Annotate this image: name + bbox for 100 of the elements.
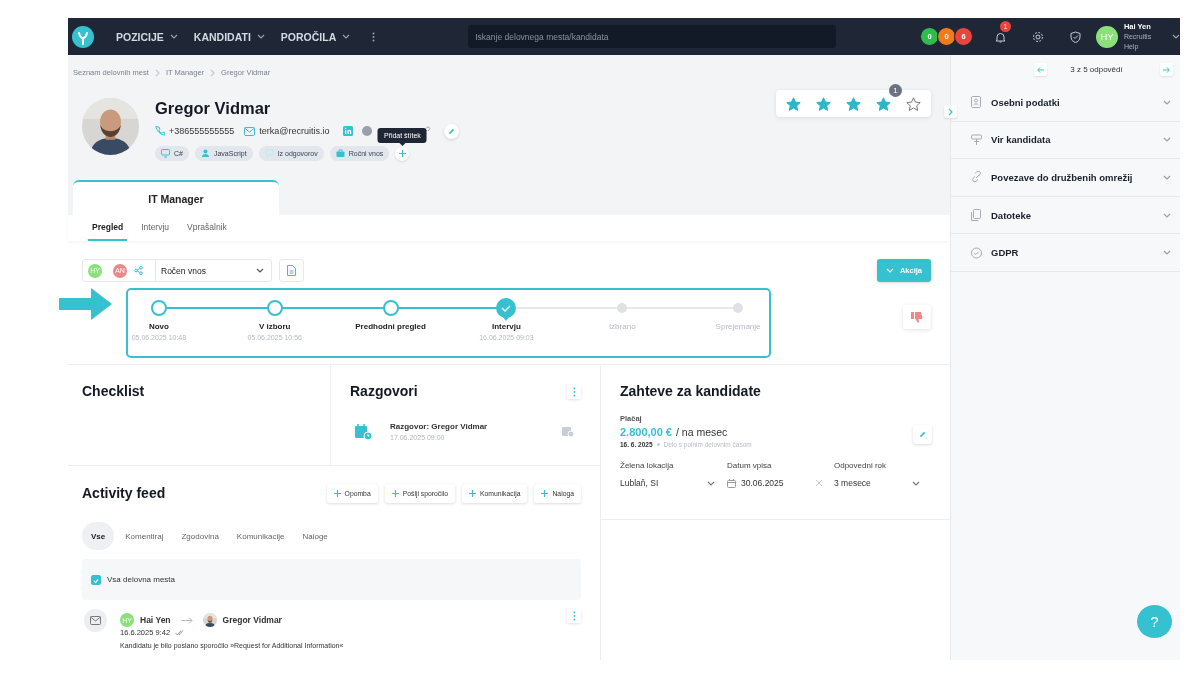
arrow-icon [59,288,112,320]
date-field[interactable]: 30.06.2025 [727,477,834,489]
step-label: Intervju [491,322,521,331]
step-label: Izbrano [608,322,636,331]
email-link[interactable]: terka@recruitis.io [259,126,330,136]
filter-tab[interactable]: Naloge [295,522,335,550]
step-dot[interactable] [617,303,628,313]
edit-button[interactable] [913,424,932,444]
star-filled-icon[interactable] [846,96,861,111]
checkbox[interactable] [91,574,101,585]
nav-menu[interactable]: POZICIJE [116,30,178,43]
more-button[interactable] [372,31,376,42]
step-circle[interactable] [382,300,399,316]
profile-icon[interactable] [362,126,373,136]
filter-tab[interactable]: Zgodovina [174,522,226,550]
chevron-down-icon [256,34,265,39]
field-label: Odpovedni rok [834,461,888,470]
logo-icon [72,25,94,48]
step-circle[interactable] [150,300,167,316]
job-tab[interactable]: IT Manager [73,180,279,215]
previous-button[interactable] [1034,63,1047,76]
calendar-icon [727,478,736,488]
chevron-down-icon [256,268,264,273]
check-circle-icon [971,246,982,259]
step-label: V izboru [258,322,291,331]
reject-button[interactable] [903,305,931,329]
chevron-down-icon [707,480,715,486]
tab[interactable]: Pregled [88,215,128,241]
add-tag-button[interactable] [395,146,410,161]
plus-icon [469,490,476,497]
linkedin-icon[interactable] [343,126,354,136]
calendar-clock-icon[interactable] [562,426,574,437]
edit-button[interactable] [444,123,460,139]
source-select[interactable]: Ročen vnos [155,260,271,281]
recipient-name: Gregor Vidmar [222,615,282,625]
briefcase-icon [335,149,345,158]
filter-tab[interactable]: Komentiraj [118,522,171,550]
step-label: Sprejemanje [715,322,761,331]
calendar-clock-icon [355,423,372,440]
pager-text: 3 z 5 odpovědí [1069,65,1124,74]
search-field[interactable]: Iskanje delovnega mesta/kandidata [468,25,837,48]
step-dot[interactable] [733,303,744,313]
tab[interactable]: Vprašalnik [183,215,231,241]
more-icon [572,386,576,397]
filter-tab[interactable]: Vse [82,522,115,550]
chevron-down-icon [912,480,920,486]
step-label: Novo [148,322,169,331]
shield-icon[interactable] [1070,30,1082,43]
chevron-down-icon [169,34,178,39]
share-icon[interactable] [134,266,143,275]
document-button[interactable] [279,259,304,282]
phone-icon [155,126,165,136]
section-title: Checklist [82,383,146,400]
bell-icon[interactable] [995,30,1007,43]
checkbox-label: Vsa delovna mesta [107,575,176,584]
star-filled-icon[interactable] [786,96,801,111]
rating-count-badge: 1 [889,84,902,97]
select-field[interactable]: Lublaň, SI [620,477,727,489]
plus-icon [391,490,399,497]
settings-icon[interactable] [1032,30,1045,43]
nav-menu[interactable]: KANDIDATI [193,30,265,43]
arrow-right-icon [1163,66,1170,73]
tab[interactable]: Intervju [137,215,174,241]
pencil-icon [448,127,456,135]
chevron-right-icon [154,68,160,77]
salary-amount: 2.800,00 € [620,426,672,438]
chevron-down-icon [1163,175,1171,180]
person-icon [200,149,210,158]
step-circle[interactable] [266,300,283,316]
chevron-down-icon [1163,250,1171,256]
next-button[interactable] [1160,63,1173,76]
more-icon [572,611,576,621]
field-label: Želena lokacija [620,461,675,470]
chevron-right-icon [948,107,953,116]
document-icon [287,265,296,276]
field-label: Datum vpisa [727,461,773,470]
chevron-down-icon [342,34,351,39]
arrow-left-icon [1037,66,1044,73]
accordion-header[interactable]: Povezave do družbenih omrežij [951,159,1180,197]
plus-icon [333,490,341,497]
filter-tab[interactable]: Komunikacije [229,522,292,550]
select-field[interactable]: 3 mesece [834,477,932,489]
accordion-header[interactable]: GDPR [951,234,1180,272]
step-label: Predhodni pregled [355,322,426,331]
chevron-down-icon [1163,99,1171,105]
star-filled-icon[interactable] [876,96,891,111]
accordion-header[interactable]: Datoteke [951,196,1180,235]
mail-icon [84,609,107,632]
interview-title: Razgovor: Gregor Vidmar [390,422,488,431]
clear-icon [816,480,822,486]
star-filled-icon[interactable] [816,96,831,111]
arrow-right-icon [180,616,193,624]
collapse-button[interactable] [944,105,957,118]
nav-menu[interactable]: POROČILA [280,30,351,43]
contact-card-icon [971,96,982,109]
star-outline-icon[interactable] [906,96,921,111]
accordion-header[interactable]: Vir kandidata [951,121,1180,160]
pencil-icon [919,430,926,438]
section-title: Activity feed [82,485,166,502]
thumbs-down-icon [911,311,923,323]
